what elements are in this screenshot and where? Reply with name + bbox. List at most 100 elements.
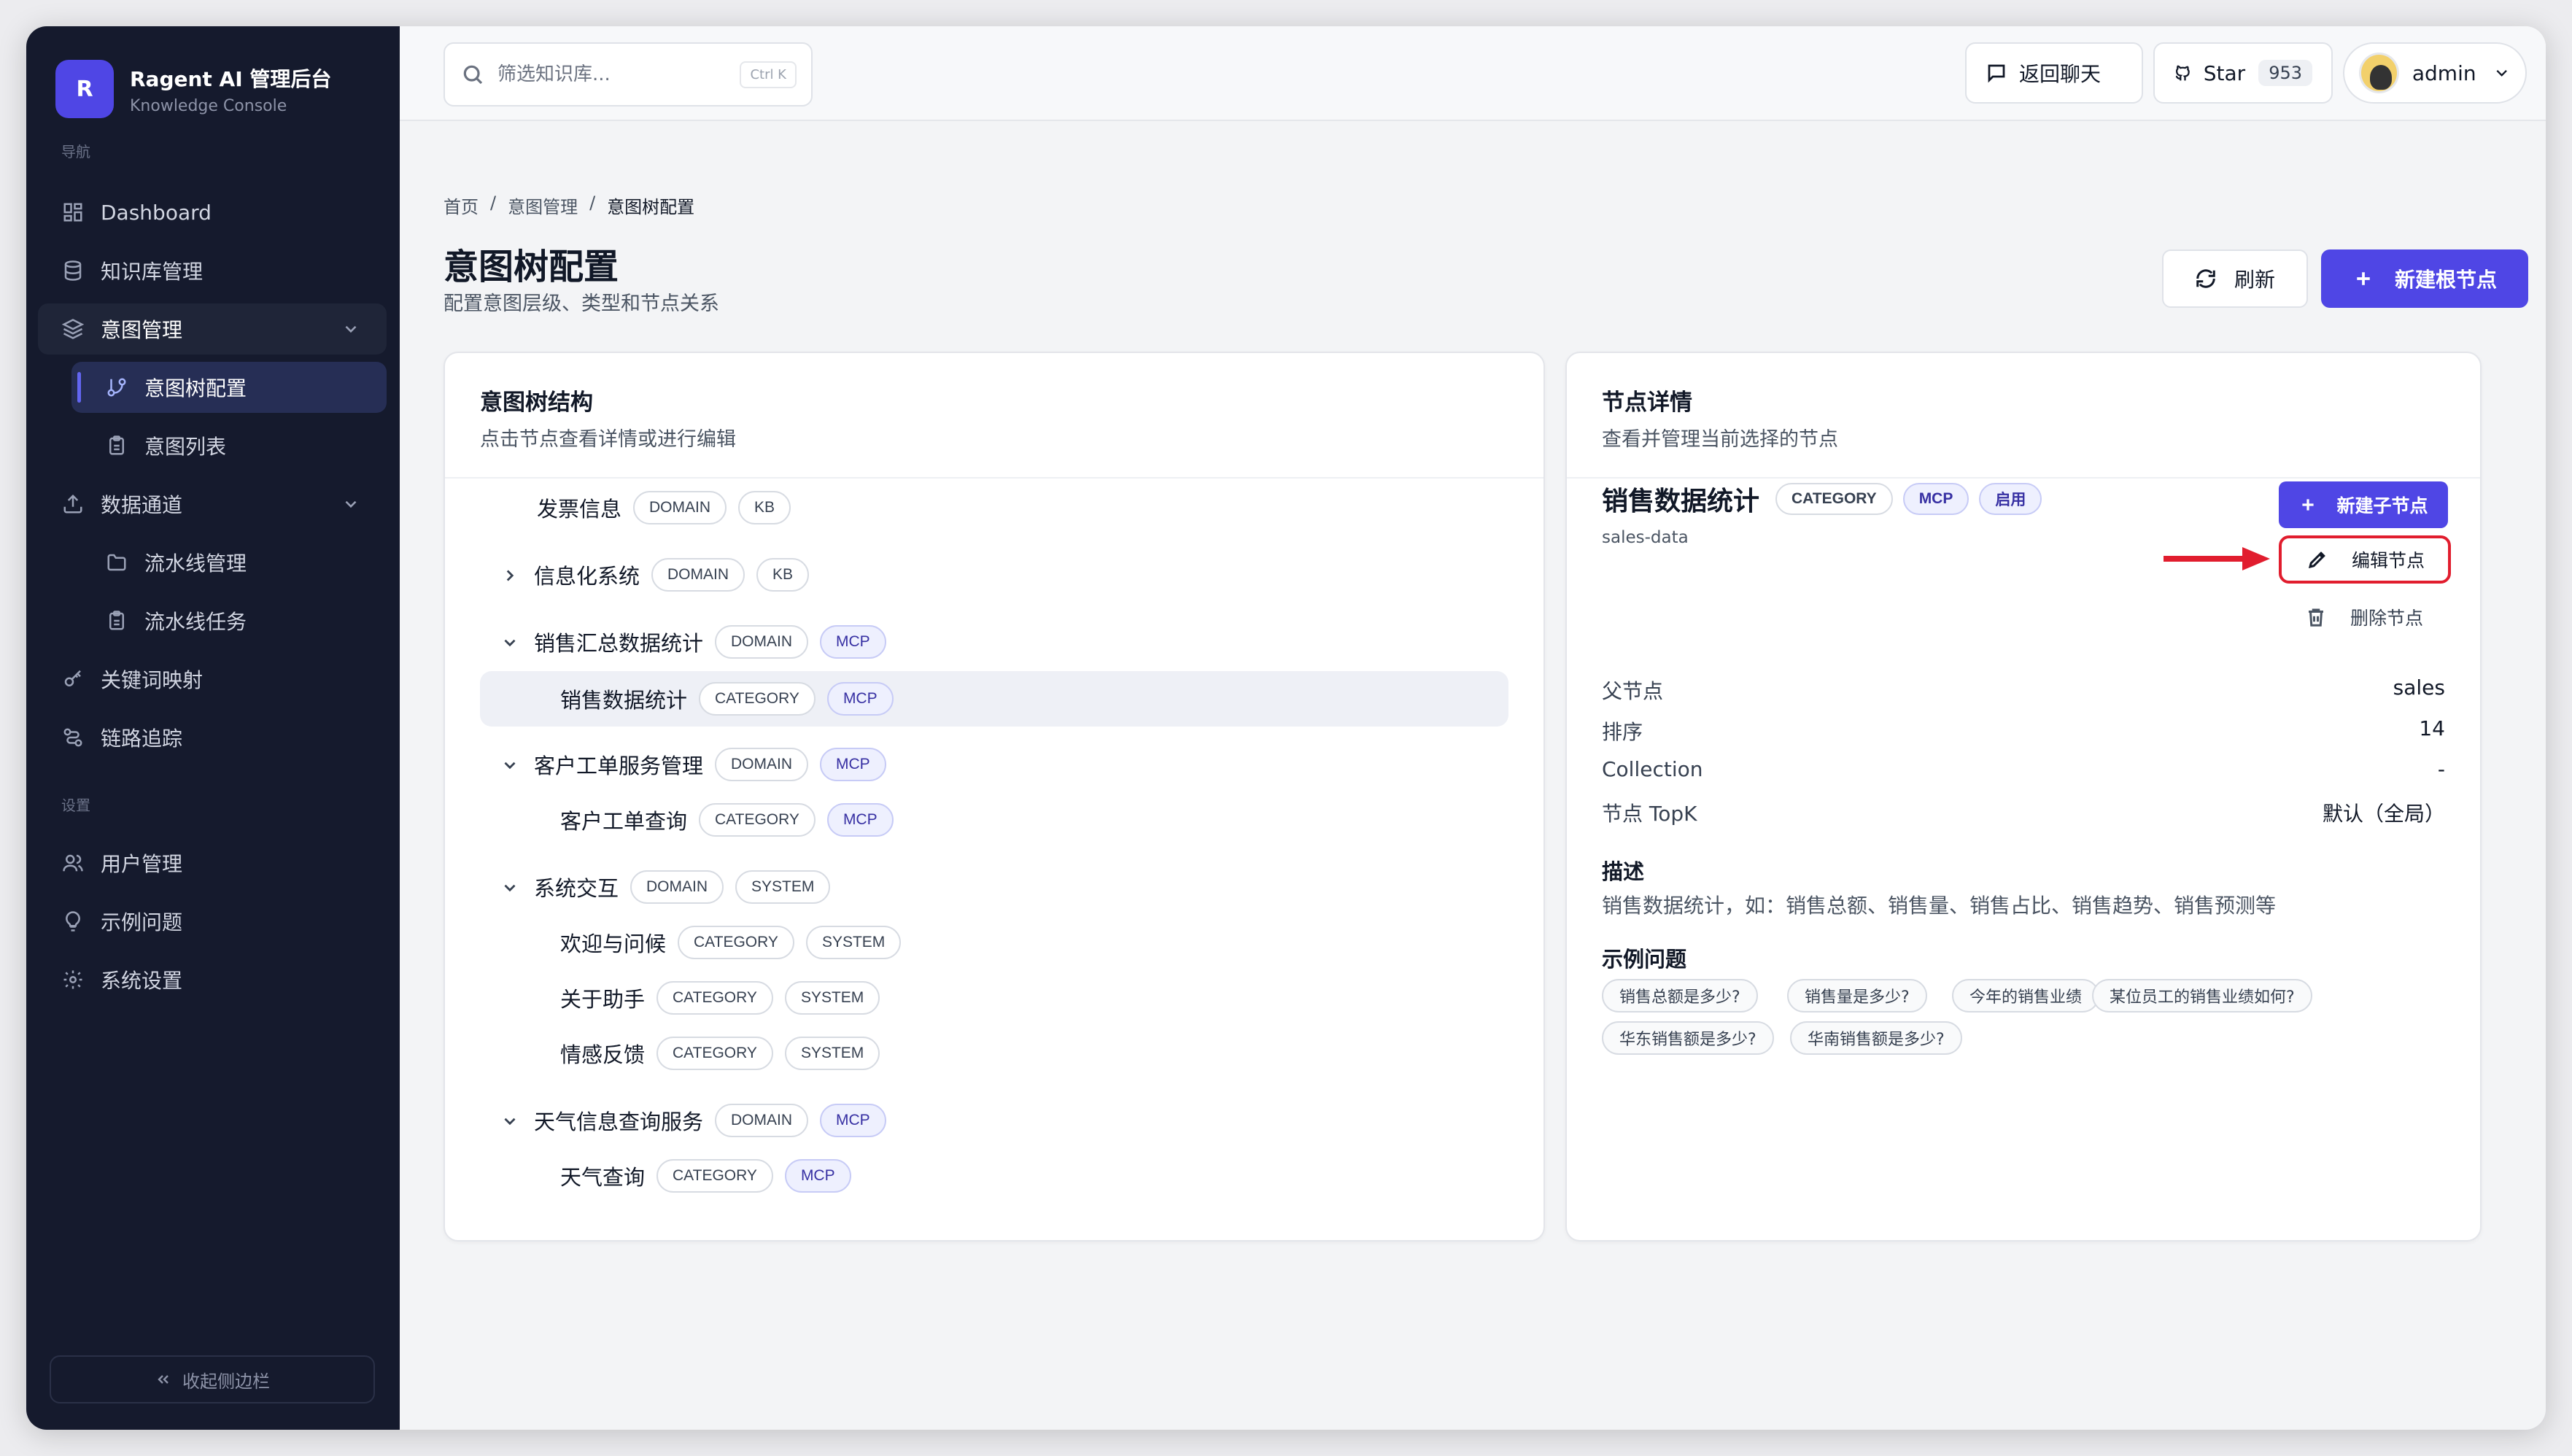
app-window: R Ragent AI 管理后台 Knowledge Console 导航 Da…	[26, 26, 2546, 1430]
tree-node[interactable]: 客户工单服务管理 DOMAIN MCP	[500, 737, 898, 792]
delete-node-label: 删除节点	[2350, 608, 2424, 629]
node-type-tag: CATEGORY	[656, 1159, 773, 1193]
type-tag: CATEGORY	[1775, 483, 1893, 515]
sidebar-item-intent[interactable]: 意图管理	[38, 303, 387, 355]
tree-node-label: 天气信息查询服务	[534, 1110, 704, 1134]
tree-node[interactable]: 销售汇总数据统计 DOMAIN MCP	[500, 614, 898, 670]
search-input[interactable]	[497, 63, 716, 85]
new-child-label: 新建子节点	[2336, 495, 2428, 516]
sidebar-item-settings[interactable]: 系统设置	[38, 954, 387, 1005]
tree-node[interactable]: 系统交互 DOMAIN SYSTEM	[500, 859, 842, 915]
sidebar-item-knowledge[interactable]: 知识库管理	[38, 245, 387, 296]
breadcrumb-separator: /	[490, 193, 497, 213]
search-box[interactable]: Ctrl K	[443, 42, 813, 107]
tree-node[interactable]: 情感反馈 CATEGORY SYSTEM	[560, 1026, 891, 1081]
main-content: 首页 / 意图管理 / 意图树配置 意图树配置 配置意图层级、类型和节点关系 刷…	[400, 121, 2546, 1430]
intent-tree-card: 意图树结构 点击节点查看详情或进行编辑 发票信息 DOMAIN KB 信息化系统 DOM…	[443, 352, 1545, 1242]
brand-subtitle: Knowledge Console	[130, 96, 287, 115]
sidebar-item-label: Dashboard	[101, 200, 212, 225]
sidebar-item-label: 链路追踪	[101, 727, 183, 751]
back-to-chat-button[interactable]: 返回聊天	[1965, 42, 2143, 104]
brand-logo: R	[55, 60, 114, 118]
description-text: 销售数据统计，如：销售总额、销售量、销售占比、销售趋势、销售预测等	[1602, 894, 2277, 918]
field-parent: 父节点 sales	[1602, 675, 2445, 703]
node-code: sales-data	[1602, 528, 1689, 547]
sidebar-item-label: 关键词映射	[101, 668, 204, 692]
node-type-tag: CATEGORY	[656, 1037, 773, 1070]
sidebar-item-pipeline[interactable]: 流水线管理	[71, 537, 387, 588]
chevron-down-icon[interactable]	[500, 632, 519, 651]
sidebar-item-label: 意图树配置	[144, 376, 247, 400]
divider	[1567, 477, 2480, 479]
example-question-chip[interactable]: 华南销售额是多少?	[1790, 1021, 1962, 1055]
chevron-down-icon[interactable]	[500, 878, 519, 897]
plus-icon	[2357, 272, 2370, 285]
tree-node-label: 客户工单服务管理	[534, 754, 704, 778]
breadcrumb: 首页 / 意图管理 / 意图树配置	[443, 193, 706, 218]
tree-node[interactable]: 发票信息 DOMAIN KB	[537, 480, 802, 535]
breadcrumb-home[interactable]: 首页	[443, 193, 479, 218]
example-question-chip[interactable]: 销售量是多少?	[1787, 979, 1927, 1012]
trash-icon	[2309, 608, 2323, 627]
node-type-tag: SYSTEM	[784, 1037, 880, 1070]
breadcrumb-current: 意图树配置	[607, 197, 695, 217]
node-type-tag: CATEGORY	[699, 803, 816, 837]
brand[interactable]: R Ragent AI 管理后台 Knowledge Console	[55, 60, 331, 118]
sidebar-item-users[interactable]: 用户管理	[38, 837, 387, 888]
examples-heading: 示例问题	[1602, 947, 1687, 972]
chevron-down-icon[interactable]	[500, 755, 519, 774]
sidebar-item-label: 知识库管理	[101, 260, 204, 284]
tree-node[interactable]: 天气信息查询服务 DOMAIN MCP	[500, 1093, 898, 1148]
chevron-down-icon[interactable]	[500, 1111, 519, 1130]
delete-node-button[interactable]: 删除节点	[2305, 604, 2423, 630]
node-type-tag: CATEGORY	[699, 682, 816, 716]
kind-tag: MCP	[1902, 483, 1969, 515]
tree-node[interactable]: 销售数据统计 CATEGORY MCP	[480, 671, 1508, 727]
tree-node-label: 销售数据统计	[560, 688, 688, 713]
breadcrumb-intent[interactable]: 意图管理	[508, 193, 578, 218]
github-star-button[interactable]: Star 953	[2153, 42, 2333, 104]
collapse-label: 收起侧边栏	[182, 1371, 270, 1392]
refresh-icon	[2196, 269, 2215, 288]
detail-card-title: 节点详情	[1602, 390, 1692, 416]
node-type-tag: MCP	[826, 803, 894, 837]
tree-node-label: 信息化系统	[534, 564, 640, 589]
collapse-sidebar-button[interactable]: 收起侧边栏	[50, 1355, 375, 1403]
example-question-chip[interactable]: 今年的销售业绩	[1952, 979, 2100, 1012]
sidebar-item-keyword-mapping[interactable]: 关键词映射	[38, 654, 387, 705]
sidebar-item-trace[interactable]: 链路追踪	[38, 712, 387, 763]
sidebar-item-dashboard[interactable]: Dashboard	[38, 187, 387, 238]
node-type-tag: DOMAIN	[630, 870, 724, 904]
red-arrow-annotation	[2164, 547, 2270, 570]
tree-node[interactable]: 信息化系统 DOMAIN KB	[500, 547, 821, 603]
tree-node[interactable]: 天气查询 CATEGORY MCP	[560, 1148, 863, 1204]
node-type-tag: SYSTEM	[805, 926, 902, 959]
sidebar-item-intent-list[interactable]: 意图列表	[71, 420, 387, 471]
example-question-chip[interactable]: 销售总额是多少?	[1602, 979, 1758, 1012]
new-child-node-button[interactable]: 新建子节点	[2279, 481, 2448, 528]
example-question-chip[interactable]: 某位员工的销售业绩如何?	[2092, 979, 2312, 1012]
sidebar-item-pipeline-tasks[interactable]: 流水线任务	[71, 595, 387, 646]
key-icon	[61, 667, 85, 691]
user-menu-button[interactable]: admin	[2343, 42, 2527, 104]
breadcrumb-separator: /	[589, 193, 596, 213]
sidebar-item-examples[interactable]: 示例问题	[38, 896, 387, 947]
new-root-node-button[interactable]: 新建根节点	[2321, 249, 2528, 308]
node-type-tag: MCP	[820, 625, 886, 659]
sidebar-item-label: 数据通道	[101, 493, 183, 517]
edit-node-button[interactable]: 编辑节点	[2279, 535, 2451, 584]
refresh-button[interactable]: 刷新	[2162, 249, 2308, 308]
field-collection: Collection -	[1602, 757, 2445, 781]
sidebar-item-intent-tree[interactable]: 意图树配置	[71, 362, 387, 413]
chevron-down-icon	[341, 320, 360, 344]
search-shortcut: Ctrl K	[740, 61, 797, 88]
tree-node[interactable]: 关于助手 CATEGORY SYSTEM	[560, 970, 891, 1026]
tree-node[interactable]: 客户工单查询 CATEGORY MCP	[560, 792, 905, 848]
chevron-right-icon[interactable]	[500, 565, 519, 584]
tree-node[interactable]: 欢迎与问候 CATEGORY SYSTEM	[560, 915, 913, 970]
example-question-chip[interactable]: 华东销售额是多少?	[1602, 1021, 1774, 1055]
field-sort: 排序 14	[1602, 716, 2445, 744]
node-type-tag: KB	[738, 491, 791, 524]
node-type-tag: SYSTEM	[784, 981, 880, 1015]
sidebar-item-data-channel[interactable]: 数据通道	[38, 479, 387, 530]
